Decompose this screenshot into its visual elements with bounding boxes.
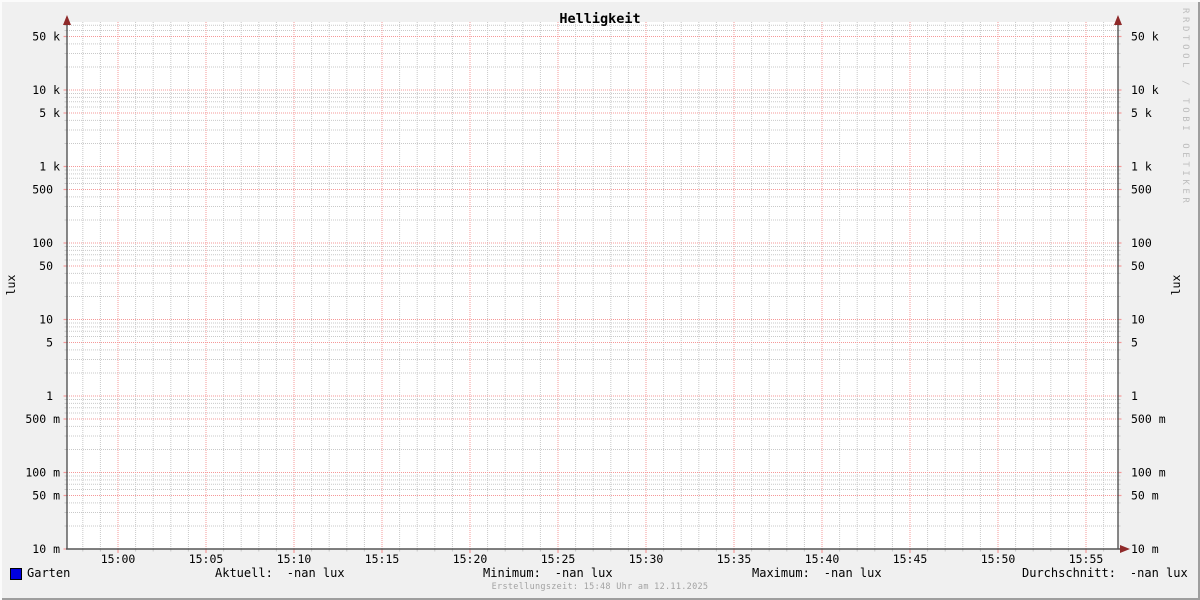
y-tick-label-right: 1 (1131, 389, 1138, 403)
y-tick-label-left: 500 m (25, 412, 60, 426)
y-tick-label-right: 5 (1131, 336, 1138, 350)
rrdtool-watermark: RRDTOOL / TOBI OETIKER (1180, 8, 1190, 207)
plot-background (67, 22, 1118, 549)
y-tick-label-left: 50 (39, 259, 53, 273)
legend-series-label: Garten (27, 566, 71, 580)
stat-durchschnitt-label: Durchschnitt: (1022, 566, 1116, 580)
y-tick-label-left: 500 (32, 183, 53, 197)
y-tick-label-left: 10 k (32, 83, 60, 97)
y-tick-label-right: 50 m (1131, 489, 1159, 503)
stat-maximum: Maximum: -nan lux (752, 566, 882, 580)
x-tick-label: 15:50 (981, 552, 1016, 566)
x-tick-label: 15:10 (277, 552, 312, 566)
y-tick-label-right: 10 m (1131, 542, 1159, 556)
x-tick-label: 15:55 (1069, 552, 1104, 566)
chart-title: Helligkeit (559, 11, 641, 27)
stat-maximum-label: Maximum: (752, 566, 810, 580)
stat-minimum-value: -nan lux (554, 566, 613, 580)
creation-time: Erstellungszeit: 15:48 Uhr am 12.11.2025 (491, 582, 709, 592)
y-tick-label-right: 100 m (1131, 466, 1166, 480)
y-tick-label-right: 500 (1131, 183, 1152, 197)
legend-color-swatch (10, 568, 22, 580)
y-tick-label-left: 50 k (32, 30, 60, 44)
plot-area: 50 k 50 k 10 k 10 k 5 k 5 k 1 k 1 k 500 500 100 100… (25, 15, 1166, 566)
y-tick-label-left: 1 k (39, 160, 60, 174)
y-tick-label-right: 10 k (1131, 83, 1159, 97)
x-tick-label: 15:40 (805, 552, 840, 566)
stat-aktuell: Aktuell: -nan lux (215, 566, 345, 580)
y-tick-label-right: 50 k (1131, 30, 1159, 44)
x-tick-label: 15:05 (189, 552, 224, 566)
x-tick-label: 15:20 (453, 552, 488, 566)
x-tick-label: 15:15 (365, 552, 400, 566)
stat-durchschnitt-value: -nan lux (1129, 566, 1188, 580)
y-axis-label-right: lux (1169, 274, 1183, 296)
y-axis-label-left: lux (4, 274, 18, 296)
y-tick-label-left: 10 m (32, 542, 60, 556)
stat-aktuell-label: Aktuell: (215, 566, 273, 580)
y-tick-label-left: 10 (39, 313, 53, 327)
y-tick-label-right: 500 m (1131, 412, 1166, 426)
x-tick-label: 15:45 (893, 552, 928, 566)
stat-minimum-label: Minimum: (483, 566, 541, 580)
y-tick-label-right: 100 (1131, 236, 1152, 250)
x-tick-label: 15:35 (717, 552, 752, 566)
stat-minimum: Minimum: -nan lux (483, 566, 613, 580)
y-tick-label-left: 100 (32, 236, 53, 250)
y-tick-label-left: 5 k (39, 106, 60, 120)
arrow-right (1120, 545, 1130, 553)
stat-aktuell-value: -nan lux (286, 566, 345, 580)
y-tick-label-right: 50 (1131, 259, 1145, 273)
rrdtool-graph-canvas: 50 k 50 k 10 k 10 k 5 k 5 k 1 k 1 k 500 500 100 100… (0, 0, 1200, 600)
stat-maximum-value: -nan lux (823, 566, 882, 580)
y-tick-label-left: 50 m (32, 489, 60, 503)
y-tick-label-right: 10 (1131, 313, 1145, 327)
x-tick-label: 15:00 (101, 552, 136, 566)
stat-durchschnitt: Durchschnitt: -nan lux (1022, 566, 1188, 580)
y-tick-label-left: 1 (46, 389, 53, 403)
x-tick-label: 15:25 (541, 552, 576, 566)
x-tick-label: 15:30 (629, 552, 664, 566)
y-tick-label-right: 1 k (1131, 160, 1152, 174)
y-tick-label-right: 5 k (1131, 106, 1152, 120)
y-tick-label-left: 5 (46, 336, 53, 350)
y-tick-label-left: 100 m (25, 466, 60, 480)
